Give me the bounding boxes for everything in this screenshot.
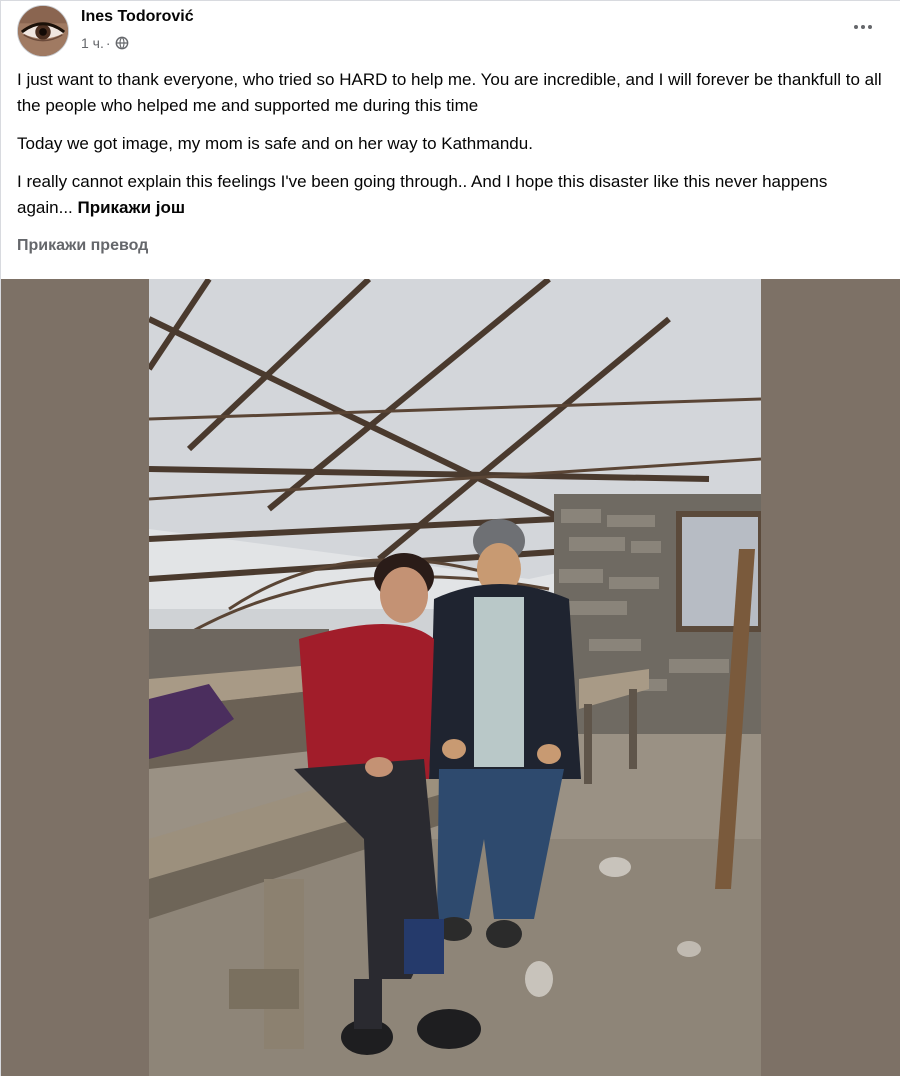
globe-icon[interactable] bbox=[115, 36, 129, 50]
post-photo[interactable] bbox=[149, 279, 761, 1076]
facebook-post: Ines Todorović 1 ч. · I just want to tha… bbox=[0, 0, 900, 1076]
post-time[interactable]: 1 ч. bbox=[81, 35, 104, 51]
post-meta: 1 ч. · bbox=[81, 35, 129, 51]
post-paragraph: I just want to thank everyone, who tried… bbox=[17, 70, 882, 115]
meta-separator: · bbox=[105, 35, 111, 51]
more-options-icon[interactable] bbox=[845, 15, 881, 39]
post-photo-container[interactable] bbox=[1, 279, 900, 1076]
post-paragraph: I really cannot explain this feelings I'… bbox=[17, 169, 887, 221]
post-header: Ines Todorović 1 ч. · bbox=[17, 5, 887, 61]
post-paragraph: Today we got image, my mom is safe and o… bbox=[17, 134, 533, 153]
see-more-link[interactable]: Прикажи још bbox=[78, 198, 186, 217]
see-translation-link[interactable]: Прикажи превод bbox=[17, 237, 148, 255]
author-avatar[interactable] bbox=[17, 5, 69, 57]
avatar-eye-image bbox=[18, 6, 68, 56]
author-name[interactable]: Ines Todorović bbox=[81, 8, 194, 26]
photo-shelter-scene bbox=[149, 279, 761, 1076]
post-text: I just want to thank everyone, who tried… bbox=[17, 67, 887, 233]
